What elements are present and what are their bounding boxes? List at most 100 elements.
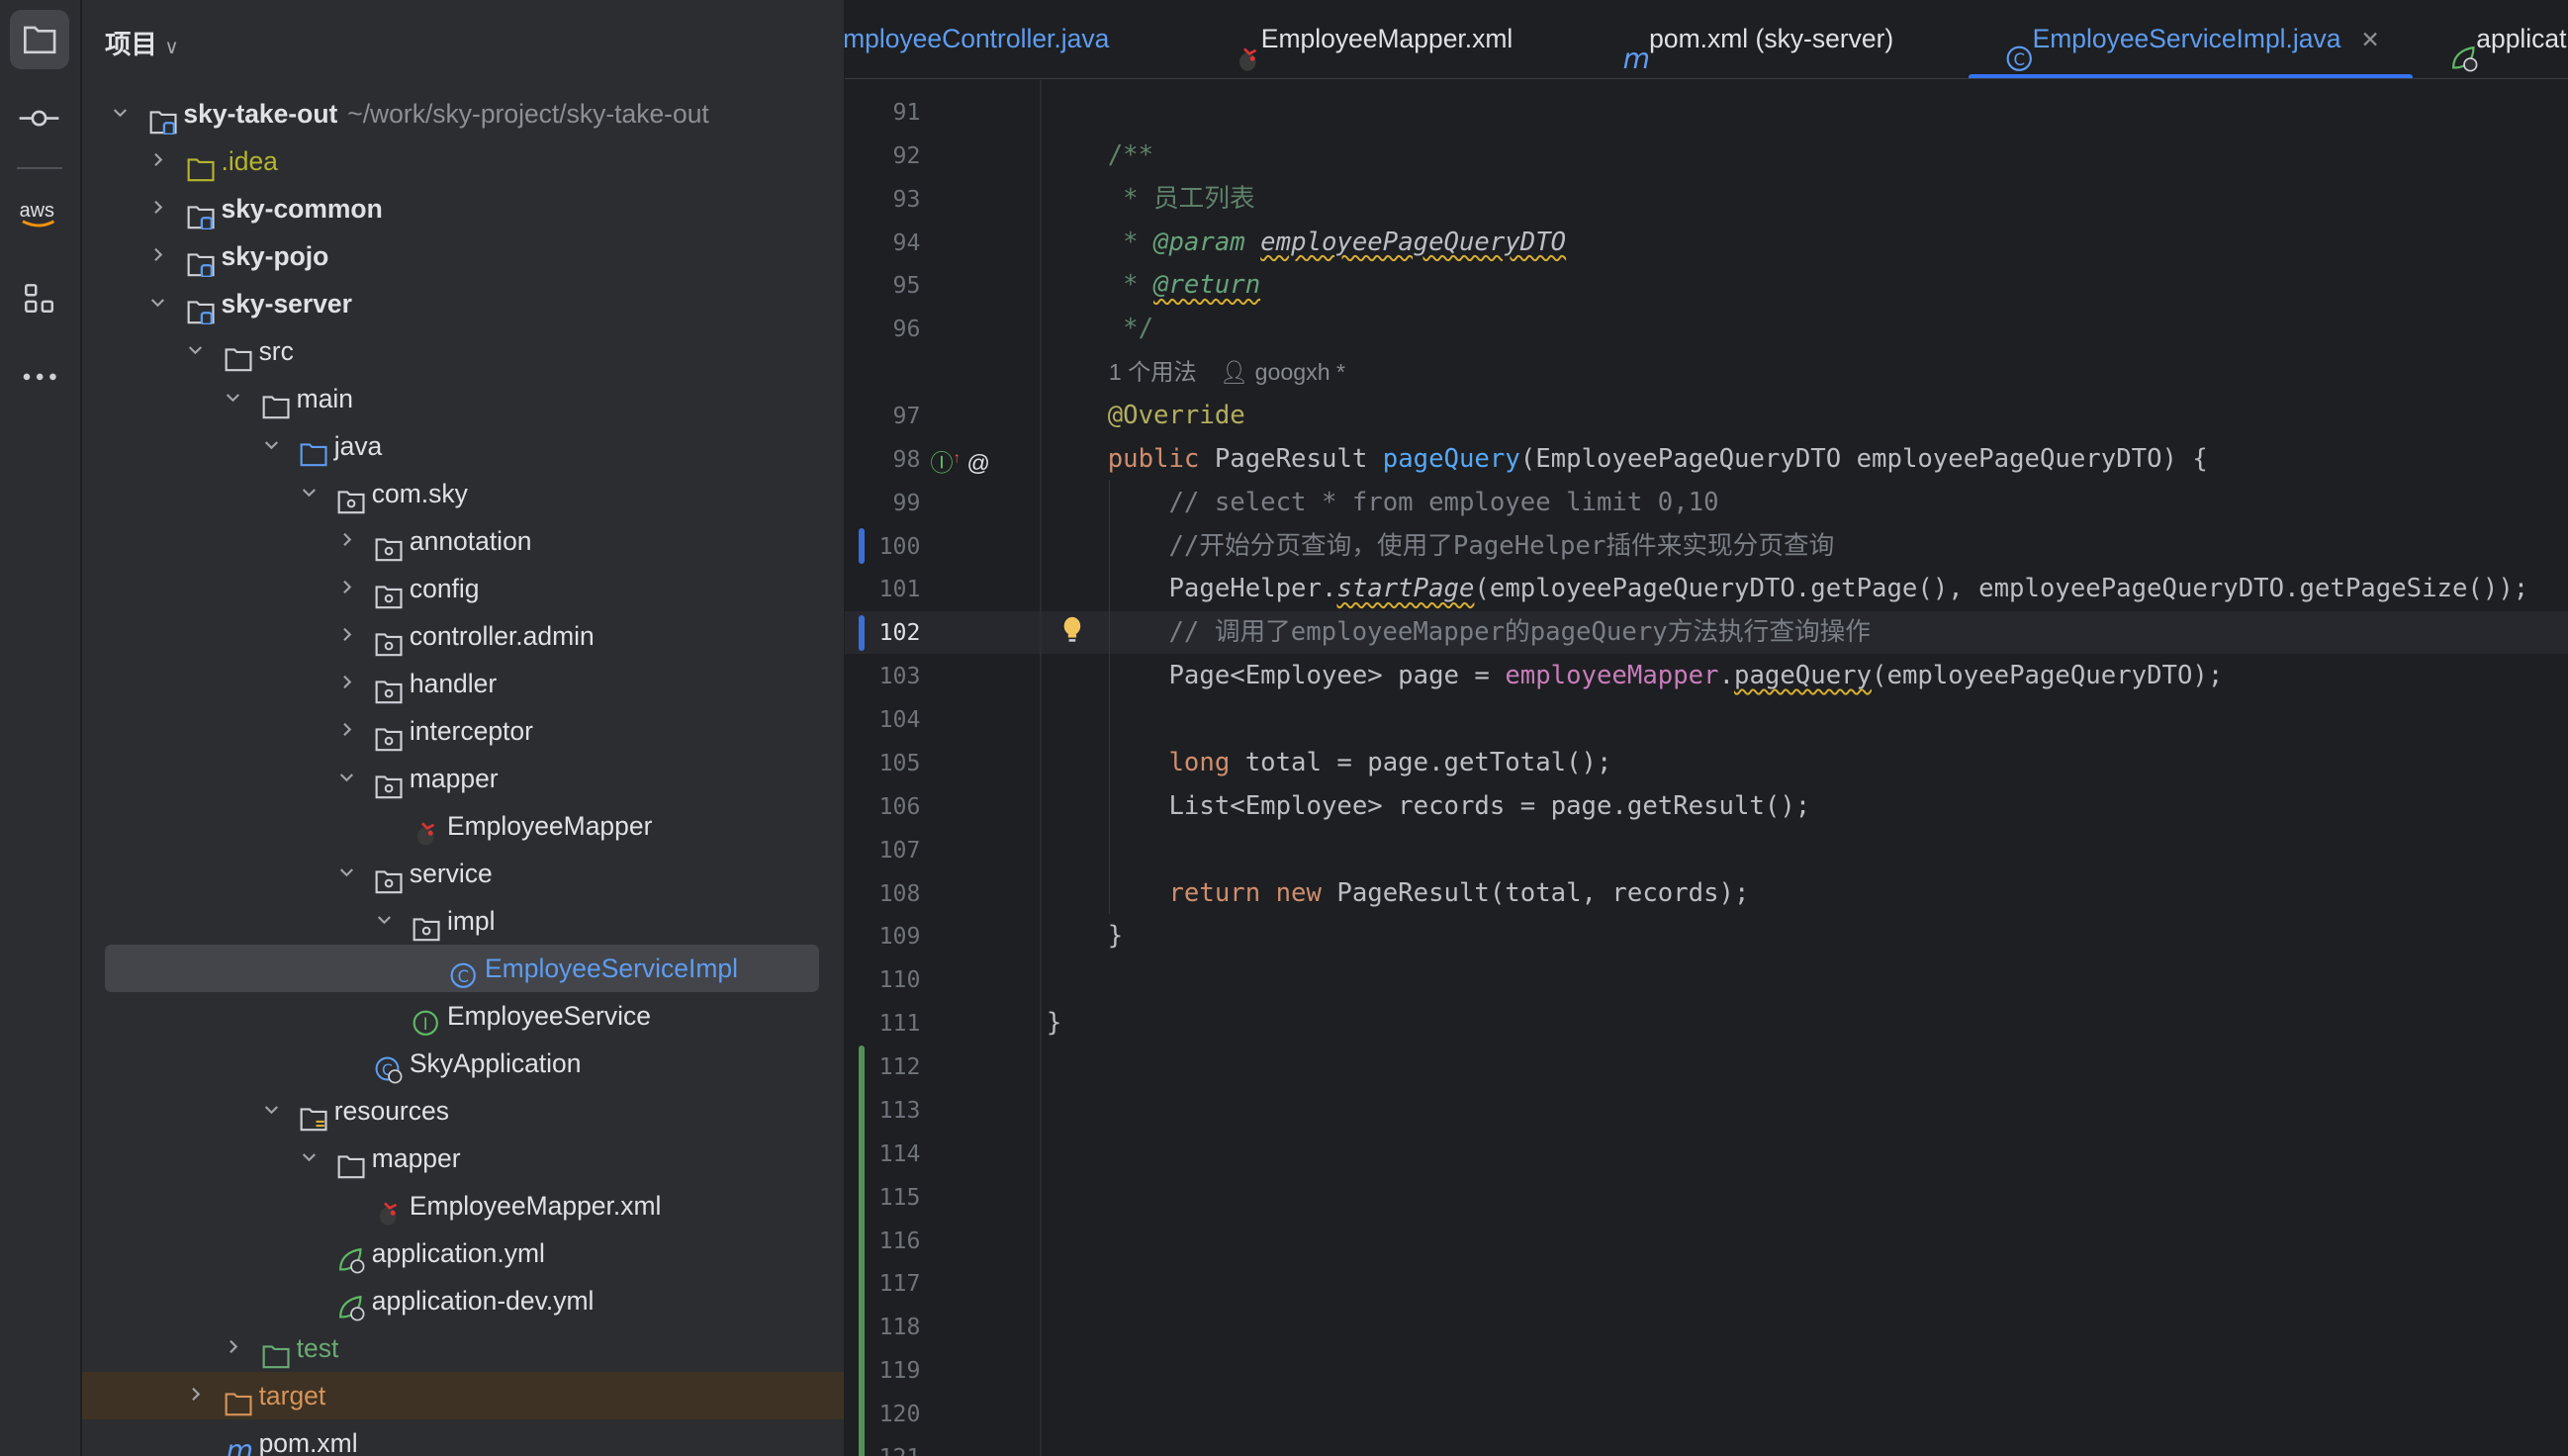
code-token: long	[1046, 747, 1245, 777]
tree-item[interactable]: service	[82, 850, 844, 897]
tree-item[interactable]: sky-pojo	[82, 232, 844, 280]
tree-item[interactable]: interceptor	[82, 707, 844, 755]
tree-item[interactable]: target	[81, 1372, 844, 1420]
usage-count[interactable]: 1 个用法	[1109, 359, 1197, 385]
chevron-right-icon[interactable]	[150, 247, 165, 262]
chevron-right-icon[interactable]	[339, 580, 354, 594]
code-line[interactable]: PageHelper.startPage(employeePageQueryDT…	[1047, 568, 2528, 611]
tree-item[interactable]: I EmployeeService	[82, 992, 844, 1040]
code-line[interactable]: List<Employee> records = page.getResult(…	[1047, 785, 1810, 829]
project-view-selector[interactable]: 项目 ∨	[105, 23, 179, 61]
code-line[interactable]: return new PageResult(total, records);	[1047, 872, 1750, 916]
tree-item-label: com.sky	[371, 479, 468, 509]
tree-item-label: sky-common	[221, 194, 383, 225]
code-line[interactable]: /**	[1047, 135, 1153, 178]
chevron-right-icon[interactable]	[339, 722, 354, 737]
modified-line-marker[interactable]	[858, 527, 866, 565]
code-token: startPage	[1336, 574, 1475, 604]
usage-hint[interactable]: 1 个用法 👤︎ googxh *	[1109, 351, 1345, 395]
chevron-down-icon[interactable]	[339, 770, 354, 784]
chevron-right-icon[interactable]	[339, 675, 354, 689]
tree-item[interactable]: com.sky	[82, 470, 844, 517]
tree-item[interactable]: C SkyApplication	[82, 1040, 844, 1087]
tree-item[interactable]: .idea	[82, 137, 844, 185]
tree-item[interactable]: mapper	[82, 755, 844, 802]
package-icon	[375, 719, 403, 752]
tree-item[interactable]: application.yml	[82, 1229, 844, 1277]
project-tool-button[interactable]	[9, 9, 69, 69]
chevron-down-icon[interactable]	[339, 864, 354, 879]
tree-item[interactable]: controller.admin	[82, 612, 844, 660]
tab[interactable]: EmployeeMapper.xml	[1239, 0, 1513, 78]
tree-item[interactable]: config	[82, 565, 844, 612]
code-line[interactable]: @Override	[1047, 395, 1245, 438]
tree-item[interactable]: resources	[82, 1087, 844, 1135]
code-line[interactable]: // 调用了employeeMapper的pageQuery方法执行查询操作	[1047, 611, 1871, 655]
code-line[interactable]: Page<Employee> page = employeeMapper.pag…	[1047, 655, 2223, 698]
tree-item[interactable]: handler	[82, 660, 844, 707]
tree-item[interactable]: impl	[82, 897, 844, 945]
code-line[interactable]: // select * from employee limit 0,10	[1047, 482, 1718, 525]
commit-tool-button[interactable]	[10, 88, 69, 147]
chevron-right-icon[interactable]	[339, 627, 354, 642]
line-number: 120	[878, 1401, 921, 1428]
code-line[interactable]: }	[1047, 1002, 1061, 1046]
tree-item[interactable]: annotation	[82, 517, 844, 565]
code-line[interactable]: public PageResult pageQuery(EmployeePage…	[1047, 438, 2208, 482]
chevron-right-icon[interactable]	[226, 1339, 240, 1354]
chevron-down-icon[interactable]	[302, 1149, 317, 1164]
more-tools-button[interactable]	[10, 347, 69, 407]
close-tab-icon[interactable]: ✕	[2360, 27, 2379, 52]
chevron-right-icon[interactable]	[150, 152, 165, 167]
chevron-down-icon[interactable]	[302, 485, 317, 500]
aws-tool-button[interactable]: aws	[10, 185, 69, 244]
code-line[interactable]: */	[1047, 308, 1153, 351]
tab-active[interactable]: C EmployeeServiceImpl.java ✕	[2006, 0, 2380, 78]
tree-item[interactable]: sky-server	[82, 280, 844, 327]
chevron-right-icon[interactable]	[339, 532, 354, 547]
tree-item[interactable]: java	[82, 422, 844, 470]
tree-item[interactable]: src	[82, 327, 844, 375]
code-line[interactable]: }	[1047, 915, 1123, 958]
tab[interactable]: EmployeeController.java	[845, 0, 1109, 78]
tree-item[interactable]: C EmployeeServiceImpl	[82, 945, 844, 993]
line-number: 114	[878, 1139, 921, 1167]
code-line[interactable]: * @param employeePageQueryDTO	[1047, 222, 1566, 265]
chevron-right-icon[interactable]	[150, 200, 165, 215]
chevron-down-icon[interactable]	[226, 390, 240, 405]
tree-item[interactable]: m pom.xml	[82, 1419, 844, 1455]
gutter-icons: Ⓘ↑ @	[930, 444, 990, 478]
structure-tool-button[interactable]	[10, 269, 69, 328]
lightbulb-icon[interactable]	[1062, 616, 1082, 653]
code-token: PageResult(total, records);	[1336, 877, 1750, 908]
chevron-down-icon[interactable]	[188, 342, 203, 357]
tree-item[interactable]: sky-common	[82, 185, 844, 232]
svg-text:I: I	[423, 1015, 428, 1034]
tree-item[interactable]: test	[82, 1324, 844, 1372]
chevron-down-icon[interactable]	[377, 912, 392, 927]
chevron-right-icon[interactable]	[188, 1387, 203, 1402]
tab[interactable]: applicat	[2451, 0, 2567, 78]
tab-label: applicat	[2476, 24, 2567, 53]
code-line[interactable]: * 员工列表	[1047, 178, 1255, 222]
implements-method-icon[interactable]: Ⓘ↑	[930, 450, 961, 476]
modified-line-marker[interactable]	[858, 614, 866, 652]
code-line[interactable]: long total = page.getTotal();	[1046, 742, 1611, 785]
tree-item-label: service	[409, 859, 493, 889]
endpoint-icon[interactable]: @	[966, 450, 990, 476]
chevron-down-icon[interactable]	[113, 105, 128, 120]
code-line[interactable]: * @return	[1047, 264, 1260, 308]
tree-item[interactable]: EmployeeMapper	[82, 802, 844, 850]
tree-item[interactable]: main	[82, 375, 844, 422]
tree-item-label: impl	[446, 906, 496, 937]
tree-item[interactable]: mapper	[82, 1135, 844, 1182]
chevron-down-icon[interactable]	[264, 437, 279, 452]
tree-item[interactable]: application-dev.yml	[82, 1277, 844, 1324]
tree-item[interactable]: EmployeeMapper.xml	[82, 1182, 844, 1229]
chevron-down-icon[interactable]	[264, 1102, 279, 1117]
tree-item[interactable]: sky-take-out ~/work/sky-project/sky-take-…	[82, 90, 844, 137]
code-line[interactable]: //开始分页查询，使用了PageHelper插件来实现分页查询	[1047, 525, 1834, 569]
chevron-down-icon[interactable]	[150, 295, 165, 310]
tree-item-label: sky-server	[221, 289, 352, 319]
tab[interactable]: m pom.xml (sky-server)	[1623, 0, 1894, 78]
